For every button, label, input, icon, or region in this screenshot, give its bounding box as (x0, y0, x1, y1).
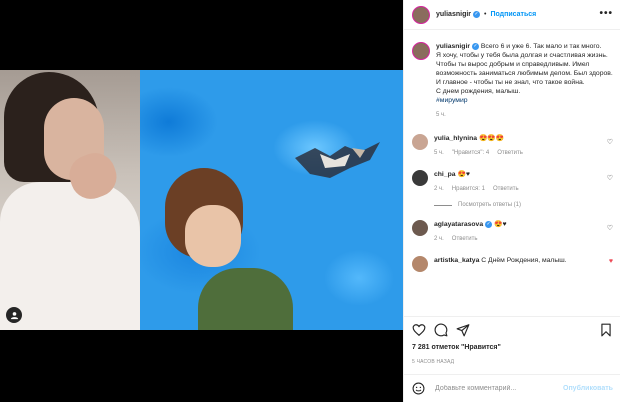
likes-count[interactable]: 7 281 отметок "Нравится" (412, 344, 501, 351)
comments-list[interactable]: yuliasnigir ✓ Всего 6 и уже 6. Так мало и… (404, 30, 620, 315)
hashtag-link[interactable]: #мирумир (436, 97, 468, 104)
avatar[interactable] (412, 5, 430, 24)
header-username[interactable]: yuliasnigir (436, 11, 471, 18)
emoji-icon[interactable] (412, 382, 425, 395)
post-comment-button[interactable]: Опубликовать (563, 385, 613, 392)
comment-item: aglayatarasova ✓ 😍♥ 2 ч. Ответить ♡ (412, 220, 613, 244)
action-bar (404, 316, 620, 340)
tag-user-icon[interactable] (6, 307, 22, 323)
follow-button[interactable]: Подписаться (490, 11, 536, 18)
comment-text: 😍😍😍 (478, 135, 505, 142)
boy-shirt (198, 268, 293, 330)
comment-body: chi_pa 😍♥ 2 ч. Нравится: 1 Ответить (434, 170, 604, 194)
reply-button[interactable]: Ответить (452, 236, 478, 242)
comment-username[interactable]: aglayatarasova (434, 221, 483, 228)
painted-bird (295, 142, 380, 178)
comment-body: artistka_katya С Днём Рождения, малыш. (434, 256, 604, 265)
comment-icon[interactable] (434, 323, 448, 337)
caption-username[interactable]: yuliasnigir (436, 43, 470, 50)
replies-line (434, 204, 452, 206)
caption-line: Всего 6 и уже 6. Так мало и так много. (480, 43, 602, 50)
sweater (0, 182, 140, 330)
caption-text: yuliasnigir ✓ Всего 6 и уже 6. Так мало и… (436, 42, 613, 120)
caption-time: 5 ч. (436, 112, 446, 118)
more-icon[interactable]: ••• (599, 8, 613, 19)
comment-username[interactable]: yulia_hlynina (434, 135, 477, 142)
comment-meta: 2 ч. Нравится: 1 Ответить (434, 185, 604, 194)
post-header: yuliasnigir ✓ • Подписаться ••• (404, 0, 620, 30)
reply-button[interactable]: Ответить (493, 186, 519, 192)
comment-text: 😍♥ (494, 221, 507, 228)
heart-icon[interactable]: ♡ (607, 138, 613, 146)
side-panel: yuliasnigir ✓ • Подписаться ••• yuliasni… (403, 0, 620, 402)
heart-icon[interactable]: ♥ (609, 258, 613, 265)
avatar[interactable] (412, 134, 428, 150)
comment-time: 2 ч. (434, 236, 444, 242)
verified-icon: ✓ (472, 42, 479, 50)
comment-likes[interactable]: Нравится: 1 (452, 186, 485, 192)
heart-icon[interactable]: ♡ (607, 224, 613, 232)
post-photo[interactable] (0, 70, 403, 330)
comment-composer: Опубликовать (404, 374, 620, 402)
caption-meta: 5 ч. (436, 111, 613, 120)
comment-likes[interactable]: "Нравится": 4 (452, 150, 489, 156)
post-dialog: yuliasnigir ✓ • Подписаться ••• yuliasni… (0, 0, 620, 402)
post-media (0, 0, 403, 402)
comment-time: 5 ч. (434, 150, 444, 156)
verified-icon: ✓ (485, 220, 493, 228)
heart-icon[interactable]: ♡ (607, 174, 613, 182)
view-replies[interactable]: Посмотреть ответы (1) (434, 202, 613, 208)
avatar[interactable] (412, 42, 430, 60)
avatar[interactable] (412, 220, 428, 236)
post-time: 5 ЧАСОВ НАЗАД (412, 359, 455, 365)
caption-line: И главное - чтобы ты не знал, что такое … (436, 79, 585, 86)
boy-face (185, 205, 241, 267)
comment-meta: 2 ч. Ответить (434, 235, 604, 244)
comment-body: aglayatarasova ✓ 😍♥ 2 ч. Ответить (434, 220, 604, 244)
comment-text: 😍♥ (457, 171, 470, 178)
comment-meta: 5 ч. "Нравится": 4 Ответить (434, 149, 604, 158)
avatar[interactable] (412, 170, 428, 186)
separator-dot: • (484, 11, 487, 18)
view-replies-label[interactable]: Посмотреть ответы (1) (458, 202, 521, 208)
comment-input[interactable] (435, 385, 555, 392)
caption-line: С днем рождения, малыш. (436, 88, 521, 95)
reply-button[interactable]: Ответить (497, 150, 523, 156)
comment-username[interactable]: artistka_katya (434, 257, 479, 264)
woman-figure (0, 70, 140, 330)
caption-line: Я хочу, чтобы у тебя была долгая и счаст… (436, 52, 613, 77)
heart-icon[interactable] (412, 323, 426, 337)
comment-item: yulia_hlynina 😍😍😍 5 ч. "Нравится": 4 Ответ… (412, 134, 613, 158)
comment-username[interactable]: chi_pa (434, 171, 456, 178)
avatar[interactable] (412, 256, 428, 272)
comment-time: 2 ч. (434, 186, 444, 192)
comment-item: chi_pa 😍♥ 2 ч. Нравится: 1 Ответить ♡ (412, 170, 613, 194)
bookmark-icon[interactable] (599, 323, 613, 337)
verified-icon: ✓ (473, 11, 481, 18)
caption: yuliasnigir ✓ Всего 6 и уже 6. Так мало и… (412, 42, 613, 120)
comment-item: artistka_katya С Днём Рождения, малыш. ♥ (412, 256, 613, 272)
comment-body: yulia_hlynina 😍😍😍 5 ч. "Нравится": 4 Ответ… (434, 134, 604, 158)
share-icon[interactable] (456, 323, 470, 337)
comment-text: С Днём Рождения, малыш. (481, 257, 567, 264)
